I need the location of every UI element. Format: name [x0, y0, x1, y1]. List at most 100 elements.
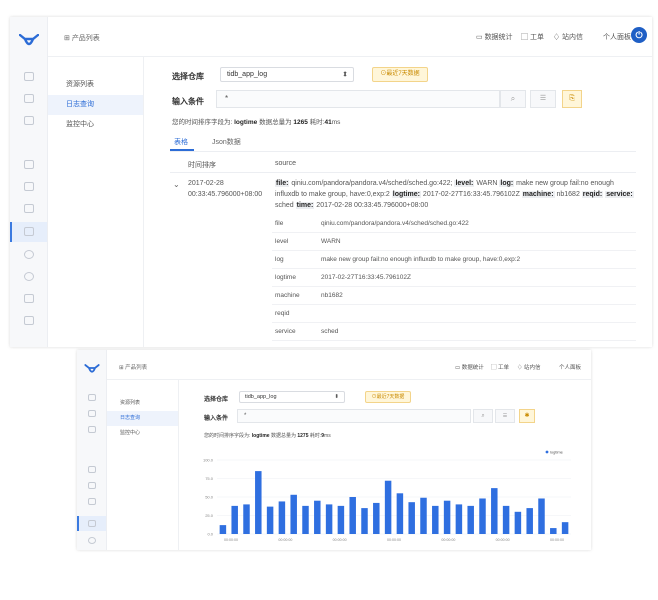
- repo-select[interactable]: tidb_app_log ⬍: [239, 391, 345, 403]
- subnav-item-log-query[interactable]: 日志查询: [48, 95, 143, 115]
- source-value: qiniu.com/pandora/pandora.v4/sched/sched…: [289, 180, 455, 187]
- stats-button[interactable]: ▭ 数据统计: [455, 363, 484, 371]
- table-icon[interactable]: [87, 482, 96, 489]
- search-icon: ⌕: [481, 413, 485, 419]
- source-value: WARN: [474, 180, 500, 187]
- bar: [420, 497, 427, 534]
- repo-select[interactable]: tidb_app_log ⬍: [220, 67, 354, 82]
- chart-icon[interactable]: [87, 426, 96, 433]
- subnav-item-monitor[interactable]: 监控中心: [107, 426, 178, 441]
- log-icon[interactable]: [23, 227, 34, 236]
- user-panel-button[interactable]: 个人面板: [603, 32, 631, 42]
- bar: [502, 505, 510, 534]
- bar: [325, 504, 333, 534]
- messages-button[interactable]: ♢ 站内信: [517, 363, 541, 371]
- y-tick-label: 0.0: [207, 532, 213, 537]
- log-query-table-screen: ⊞ 产品列表 ▭ 数据统计 ▢ 工单 ♢ 站内信 个人面板 ⏻ 资源列表 日志查…: [10, 17, 652, 347]
- bar: [384, 480, 392, 534]
- detail-divider: [272, 250, 636, 251]
- detail-divider: [272, 340, 636, 341]
- detail-key: file: [275, 220, 284, 227]
- bar: [255, 471, 262, 534]
- list-icon[interactable]: [23, 160, 34, 169]
- y-tick-label: 25.0: [205, 513, 214, 518]
- condition-input[interactable]: *: [216, 90, 500, 108]
- condition-label: 输入条件: [172, 97, 204, 106]
- export-button[interactable]: ⎘: [562, 90, 582, 108]
- list-icon: ☰: [539, 95, 547, 102]
- user-panel-button[interactable]: 个人面板: [559, 363, 581, 371]
- bar: [373, 502, 380, 534]
- chevron-down-icon: ⬍: [334, 394, 339, 400]
- stats-button[interactable]: ▭ 数据统计: [476, 32, 513, 42]
- legend-marker: [545, 450, 549, 454]
- repo-label: 选择仓库: [172, 72, 204, 81]
- tickets-button[interactable]: ▢ 工单: [491, 363, 509, 371]
- detail-value: make new group fail:no enough influxdb t…: [321, 256, 521, 263]
- logtime-bar-chart: 100.0 75.0 50.0 25.0 0.0 00:00:00 00:00:00 00:0…: [203, 450, 571, 542]
- gear-icon[interactable]: [23, 204, 34, 213]
- detail-value: WARN: [321, 238, 341, 245]
- list-icon[interactable]: [87, 466, 96, 473]
- subnav-item-resources[interactable]: 资源列表: [107, 396, 178, 411]
- bar: [396, 493, 404, 534]
- source-key: file:: [275, 180, 290, 187]
- date-range-badge[interactable]: ⊙最近7天数据: [365, 391, 411, 403]
- tickets-button[interactable]: ▢ 工单: [521, 32, 544, 42]
- chart-icon[interactable]: [23, 116, 34, 125]
- bar: [408, 502, 415, 534]
- list-view-button[interactable]: ☰: [495, 409, 515, 423]
- breadcrumb[interactable]: ⊞ 产品列表: [119, 363, 147, 371]
- detail-divider: [272, 232, 636, 233]
- subnav-item-log-query[interactable]: 日志查询: [107, 411, 178, 426]
- y-tick-label: 100.0: [203, 458, 214, 463]
- sub-navigation: 资源列表 日志查询 监控中心: [48, 57, 144, 347]
- monitor-icon: ▭: [455, 365, 462, 371]
- search-button[interactable]: ⌕: [473, 409, 493, 423]
- bar: [266, 506, 274, 534]
- legend-label: logtime: [550, 450, 564, 455]
- tab-table[interactable]: 表格: [174, 137, 188, 147]
- condition-label: 输入条件: [204, 416, 229, 422]
- logo-icon: [83, 364, 100, 378]
- help-icon[interactable]: [23, 316, 34, 325]
- query-info: 您的时间排序字段为: logtime 数据总量为 1265 耗时:41ms: [172, 119, 341, 126]
- table-icon[interactable]: [23, 182, 34, 191]
- log-icon[interactable]: [87, 520, 96, 527]
- source-value: nb1682: [554, 191, 582, 198]
- column-header-time[interactable]: 时间排序: [188, 160, 216, 170]
- column-header-source[interactable]: source: [275, 160, 296, 167]
- source-key: service:: [605, 191, 634, 198]
- monitor-icon[interactable]: [87, 537, 96, 544]
- x-tick-label: 00:00:00: [496, 538, 510, 542]
- subnav-item-monitor[interactable]: 监控中心: [48, 115, 143, 135]
- date-range-badge[interactable]: ⊙最近7天数据: [372, 67, 428, 82]
- divider: [170, 151, 636, 152]
- grid-icon[interactable]: [23, 72, 34, 81]
- subnav-item-resources[interactable]: 资源列表: [48, 75, 143, 95]
- globe-icon[interactable]: [23, 272, 34, 281]
- monitor-icon[interactable]: [23, 250, 34, 259]
- messages-button[interactable]: ♢ 站内信: [553, 32, 583, 42]
- bar: [491, 488, 498, 534]
- bar: [278, 501, 286, 534]
- settings-icon[interactable]: [23, 294, 34, 303]
- expand-chevron-icon[interactable]: ⌄: [173, 179, 180, 190]
- detail-value: nb1682: [321, 292, 343, 299]
- grid-small-icon: ⊞: [64, 35, 72, 42]
- search-icon: ⌕: [510, 94, 516, 103]
- tab-json[interactable]: Json数据: [212, 137, 241, 147]
- list-view-button[interactable]: ☰: [530, 90, 556, 108]
- document-icon[interactable]: [87, 410, 96, 417]
- power-icon[interactable]: ⏻: [631, 27, 647, 43]
- detail-value: 2017-02-27T16:33:45.796102Z: [321, 274, 411, 281]
- gear-icon[interactable]: [87, 498, 96, 505]
- detail-key: log: [275, 256, 284, 263]
- breadcrumb[interactable]: ⊞ 产品列表: [64, 33, 100, 43]
- condition-input[interactable]: *: [237, 409, 471, 423]
- export-button[interactable]: ✱: [519, 409, 535, 423]
- document-icon[interactable]: [23, 94, 34, 103]
- search-button[interactable]: ⌕: [500, 90, 526, 108]
- grid-icon[interactable]: [87, 394, 96, 401]
- bell-icon: ♢: [553, 34, 562, 41]
